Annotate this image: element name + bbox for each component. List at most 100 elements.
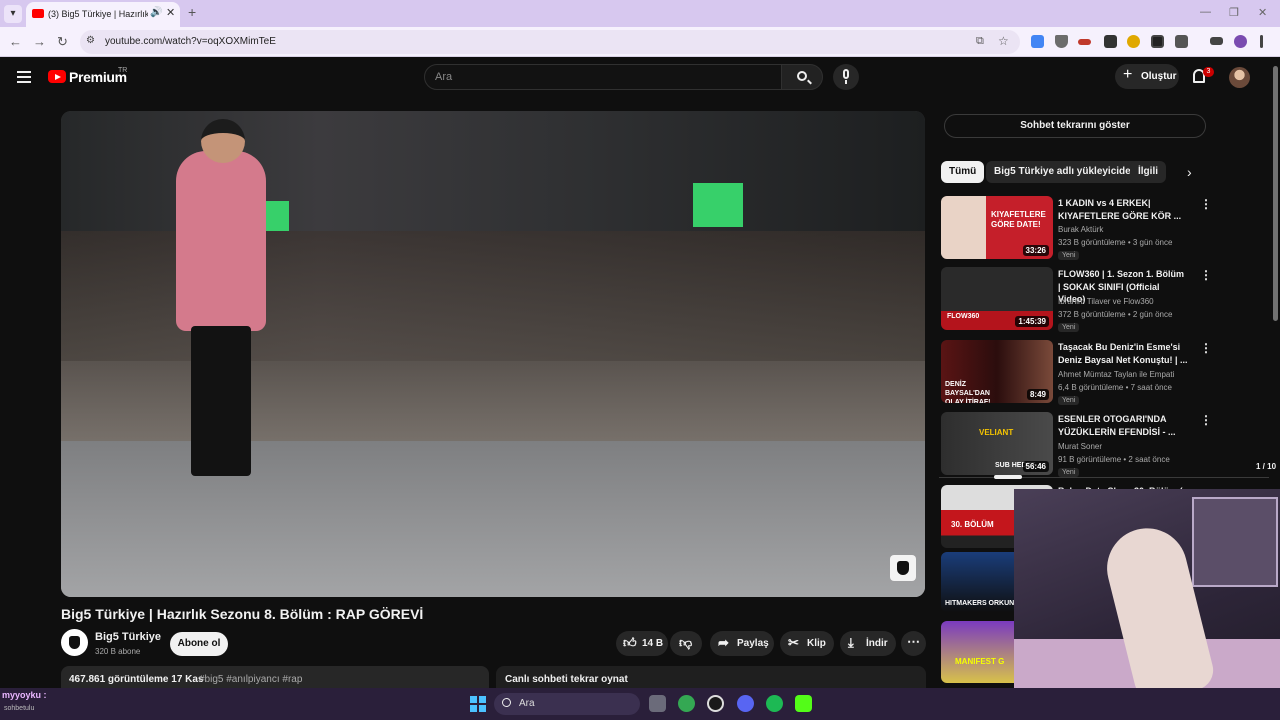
stream-chat-username: myyoyku :	[2, 690, 47, 700]
menu-dots-icon[interactable]	[1260, 35, 1263, 48]
chip-from-uploader[interactable]: Big5 Türkiye adlı yükleyiciden	[986, 161, 1145, 183]
video-frame-presenter	[176, 151, 266, 331]
address-bar[interactable]: ⚙ youtube.com/watch?v=oqXOXMimTeE ⧉ ☆	[80, 30, 1020, 54]
forward-icon[interactable]: →	[33, 34, 46, 49]
recommendation-thumbnail[interactable]: DENİZ BAYSAL'DAN OLAY İTİRAF! 8:49	[941, 340, 1053, 403]
description-box[interactable]: 467.861 görüntüleme 17 Kas #big5 #anılpi…	[61, 666, 489, 688]
recommendation-title[interactable]: ESENLER OTOGARI'NDA YÜZÜKLERİN EFENDİSİ …	[1058, 413, 1188, 438]
download-button[interactable]: ⤓ İndir	[840, 631, 896, 656]
new-tab-button[interactable]: +	[188, 4, 196, 20]
create-button[interactable]: + Oluştur	[1115, 64, 1179, 89]
reload-icon[interactable]: ↻	[57, 34, 68, 50]
voice-search-icon[interactable]	[833, 64, 859, 90]
browser-tab-active[interactable]: (3) Big5 Türkiye | Hazırlık Se 🔊 ✕	[26, 2, 180, 27]
video-frame-presenter-head	[201, 119, 245, 163]
close-window-icon[interactable]: ✕	[1258, 6, 1267, 19]
task-view-icon[interactable]	[649, 695, 666, 712]
streamer-webcam-overlay	[1014, 489, 1280, 720]
recommendation-thumbnail[interactable]: FLOW360 1:45:39	[941, 267, 1053, 330]
github-icon[interactable]	[707, 695, 724, 712]
install-app-icon[interactable]: ⧉	[976, 35, 984, 48]
profile-icon[interactable]	[1234, 35, 1247, 48]
recommendation-channel[interactable]: Murat Soner	[1058, 442, 1102, 451]
page-scrollbar[interactable]	[1273, 66, 1278, 321]
video-title: Big5 Türkiye | Hazırlık Sezonu 8. Bölüm …	[61, 606, 424, 622]
translate-extension-icon[interactable]	[1031, 35, 1044, 48]
video-duration: 56:46	[1022, 461, 1049, 472]
media-control-icon[interactable]	[1210, 37, 1223, 45]
live-chat-replay-panel[interactable]: Canlı sohbeti tekrar oynat	[496, 666, 926, 688]
subscriber-count: 320 B abone	[95, 647, 141, 656]
thumbnail-text: 30. BÖLÜM	[951, 520, 994, 529]
recommendation-channel[interactable]: İbrahim Tilaver ve Flow360	[1058, 297, 1154, 306]
country-code: TR	[118, 67, 128, 74]
more-actions-button[interactable]: ⋯	[901, 631, 926, 656]
close-tab-icon[interactable]: ✕	[166, 6, 175, 19]
youtube-logo-icon[interactable]	[48, 70, 66, 83]
dislike-button[interactable]: 👎︎	[670, 631, 702, 656]
search-placeholder: Ara	[435, 71, 453, 83]
create-label: Oluştur	[1141, 71, 1177, 82]
maximize-icon[interactable]: ❐	[1229, 6, 1239, 19]
webcam-shelf	[1192, 497, 1278, 587]
extension-icon[interactable]	[1078, 39, 1091, 45]
share-arrow-icon: ➦	[718, 635, 729, 650]
chip-all[interactable]: Tümü	[941, 161, 985, 183]
clip-label: Klip	[807, 638, 826, 649]
taskbar-search[interactable]: Ara	[494, 693, 640, 715]
back-icon[interactable]: ←	[9, 34, 22, 49]
windows-start-icon[interactable]	[470, 696, 486, 712]
like-count: 14 B	[642, 638, 664, 649]
video-player[interactable]	[61, 111, 925, 597]
video-duration: 33:26	[1022, 245, 1049, 256]
discord-icon[interactable]	[737, 695, 754, 712]
share-button[interactable]: ➦ Paylaş	[710, 631, 774, 656]
bookmark-star-icon[interactable]: ☆	[998, 34, 1009, 48]
recommendation-channel[interactable]: Burak Aktürk	[1058, 225, 1103, 234]
puzzle-extensions-icon[interactable]	[1175, 35, 1188, 48]
spotify-icon[interactable]	[766, 695, 783, 712]
live-chat-replay-label: Canlı sohbeti tekrar oynat	[505, 674, 628, 685]
more-options-icon[interactable]: ⋮	[1200, 413, 1212, 427]
chip-related[interactable]: İlgili	[1130, 161, 1166, 183]
extension-icon[interactable]	[1127, 35, 1140, 48]
subscribe-button[interactable]: Abone ol	[170, 632, 228, 656]
tab-search-button[interactable]: ▾	[4, 5, 22, 23]
video-frame-screen	[693, 183, 743, 227]
minimize-icon[interactable]: —	[1200, 6, 1211, 18]
recommendation-title[interactable]: Taşacak Bu Deniz'in Esme'si Deniz Baysal…	[1058, 341, 1188, 366]
hamburger-menu-icon[interactable]	[17, 71, 31, 83]
video-duration: 8:49	[1026, 389, 1049, 400]
carousel-progress-thumb[interactable]	[994, 475, 1022, 479]
recommendation-thumbnail[interactable]: VELIANT SUB HEDEF 56:46	[941, 412, 1053, 475]
more-options-icon[interactable]: ⋮	[1200, 268, 1212, 282]
channel-watermark-icon[interactable]	[890, 555, 916, 581]
like-button[interactable]: 👍︎ 14 B	[616, 631, 668, 656]
channel-name[interactable]: Big5 Türkiye	[95, 631, 161, 643]
kick-live-icon[interactable]	[795, 695, 812, 712]
chrome-icon[interactable]	[678, 695, 695, 712]
account-avatar[interactable]	[1229, 67, 1250, 88]
hashtags[interactable]: #big5 #anılpiyancı #rap	[199, 674, 302, 685]
extension-icon[interactable]	[1104, 35, 1117, 48]
video-frame-presenter-legs	[191, 326, 251, 476]
more-options-icon[interactable]: ⋮	[1200, 341, 1212, 355]
chevron-right-icon[interactable]: ›	[1187, 164, 1192, 180]
url-text[interactable]: youtube.com/watch?v=oqXOXMimTeE	[105, 36, 276, 47]
site-info-icon[interactable]: ⚙	[86, 35, 95, 46]
recommendation-meta: 6,4 B görüntüleme • 7 saat önce	[1058, 383, 1172, 392]
shield-extension-icon[interactable]	[1055, 35, 1068, 48]
more-dots-icon: ⋯	[907, 634, 920, 649]
clip-button[interactable]: ✂ Klip	[780, 631, 834, 656]
recommendation-channel[interactable]: Ahmet Mümtaz Taylan ile Empati	[1058, 370, 1174, 379]
search-button[interactable]	[781, 64, 823, 90]
channel-avatar[interactable]	[61, 629, 88, 656]
recommendation-thumbnail[interactable]: KIYAFETLERE GÖRE DATE! 33:26	[941, 196, 1053, 259]
more-options-icon[interactable]: ⋮	[1200, 197, 1212, 211]
search-icon	[797, 71, 807, 81]
recommendation-title[interactable]: 1 KADIN vs 4 ERKEK| KIYAFETLERE GÖRE KÖR…	[1058, 197, 1188, 222]
search-input[interactable]: Ara	[424, 64, 782, 90]
show-chat-replay-button[interactable]: Sohbet tekrarını göster	[944, 114, 1206, 138]
speaker-icon[interactable]: 🔊	[150, 7, 162, 18]
extension-icon[interactable]	[1151, 35, 1164, 48]
